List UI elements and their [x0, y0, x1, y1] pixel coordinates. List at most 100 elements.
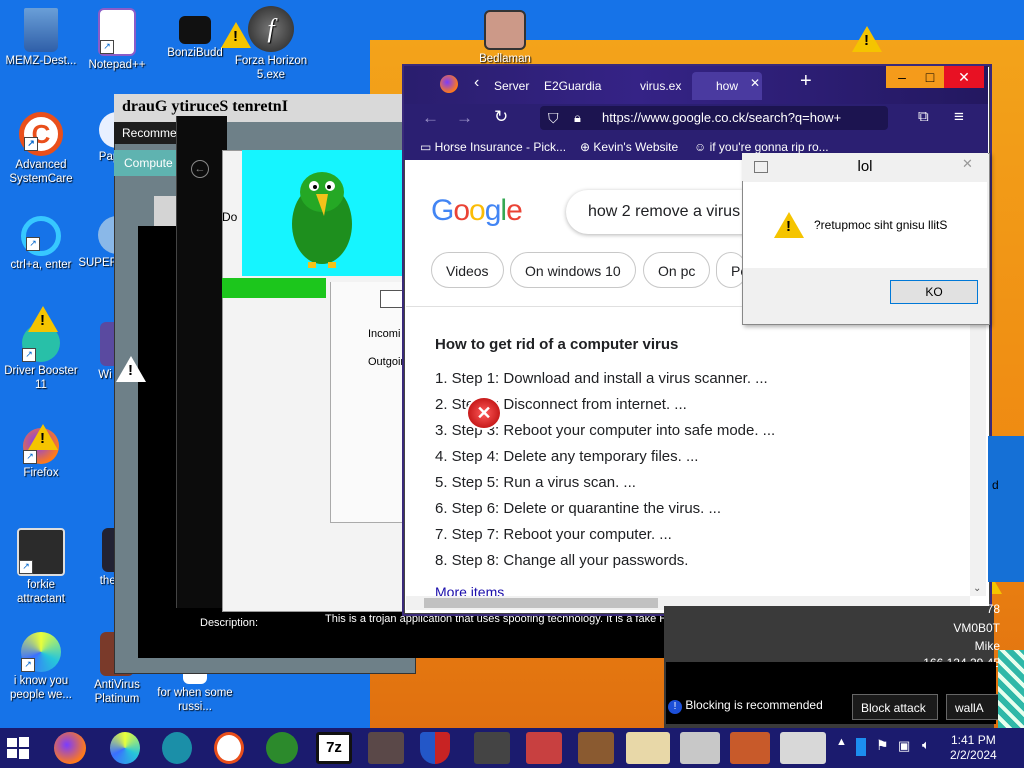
taskbar-calculator-icon[interactable]: [626, 732, 670, 764]
bookmark-rip[interactable]: ☺ if you're gonna rip ro...: [694, 140, 829, 154]
desktop-icon-label: ctrl+a, enter: [10, 259, 72, 271]
flash-icon: f: [248, 6, 294, 52]
lol-dialog-title: lol: [742, 153, 988, 181]
desktop-icon-memz[interactable]: MEMZ-Dest...: [2, 8, 80, 68]
tab-virus-exe[interactable]: virus.ex: [618, 72, 688, 100]
desktop-icon-label: MEMZ-Dest...: [5, 55, 77, 67]
wall-button[interactable]: wallA: [946, 694, 1000, 720]
taskbar-app-icon[interactable]: [680, 732, 720, 764]
url-text: https://www.google.co.ck/search?q=how+: [602, 110, 842, 125]
maximize-icon[interactable]: □: [914, 66, 946, 88]
desktop-icon-forkie[interactable]: ↗ forkie attractant: [2, 528, 80, 606]
desktop-icon-label: Notepad++: [88, 59, 146, 71]
chip-on-windows-10[interactable]: On windows 10: [510, 252, 636, 288]
warning-icon: [221, 22, 251, 48]
desktop-icon-i-know-you[interactable]: ↗ i know you people we...: [2, 632, 80, 702]
horizontal-scroll-thumb[interactable]: [424, 598, 658, 608]
desktop-icon-label: BonziBudd: [167, 47, 223, 59]
taskbar-app-icon[interactable]: [578, 732, 614, 764]
tray-flag-icon[interactable]: ⚑: [876, 737, 889, 754]
progress-strip: [222, 278, 326, 298]
shield-icon[interactable]: ⛉: [548, 106, 559, 130]
taskbar-7zip-icon[interactable]: 7z: [316, 732, 352, 764]
back-arrow-icon[interactable]: ←: [191, 160, 209, 178]
flag-icon: [179, 16, 211, 44]
tray-chevron-up-icon[interactable]: ▲: [836, 736, 847, 748]
desktop-icon-advanced-systemcare[interactable]: C ↗ Advanced SystemCare: [2, 112, 80, 186]
firefox-icon[interactable]: [440, 75, 458, 93]
taskbar-systemcare-icon[interactable]: [214, 732, 244, 764]
scroll-down-icon[interactable]: ⌄: [973, 583, 981, 594]
panel-info-line: Mike: [974, 639, 1000, 653]
notepad-plus-icon: ↗: [98, 8, 136, 56]
panel-info-line: VM0B0T: [953, 621, 1000, 635]
forward-arrow-icon[interactable]: →: [456, 108, 473, 128]
cortana-ring-icon: ↗: [21, 216, 61, 256]
new-tab-icon[interactable]: +: [800, 70, 812, 93]
result-step: 4. Step 4: Delete any temporary files. .…: [435, 448, 699, 465]
tray-time: 1:41 PM: [951, 733, 996, 747]
tray-app-icon[interactable]: [856, 738, 866, 756]
chip-videos[interactable]: Videos: [431, 252, 504, 288]
taskbar-app-icon[interactable]: [730, 732, 770, 764]
warning-icon: [116, 356, 146, 382]
close-dialog-icon[interactable]: ✕: [962, 156, 973, 172]
chip-on-pc[interactable]: On pc: [643, 252, 711, 288]
windows-start-icon[interactable]: [6, 736, 30, 760]
taskbar-bonzi-icon[interactable]: [266, 732, 298, 764]
taskbar-app-icon[interactable]: [368, 732, 404, 764]
do-label: Do: [222, 210, 238, 224]
reload-icon[interactable]: ↻: [494, 107, 508, 127]
desktop-icon-notepad[interactable]: ↗ Notepad++: [78, 8, 156, 72]
result-title: How to get rid of a computer virus: [435, 336, 679, 353]
ok-button[interactable]: KO: [890, 280, 978, 304]
gear-settings-icon: ↗: [17, 528, 65, 576]
description-label: Description:: [200, 617, 259, 629]
close-tab-icon[interactable]: ✕: [750, 76, 760, 90]
bookmark-horse-insurance[interactable]: ▭ Horse Insurance - Pick...: [420, 140, 566, 154]
taskbar-shield-icon[interactable]: [420, 732, 450, 764]
warning-icon: [28, 424, 58, 450]
taskbar-app-icon[interactable]: [474, 732, 510, 764]
desktop-icon-label: Driver Booster 11: [4, 365, 78, 391]
desktop-icon-bedlaman[interactable]: Bedlaman: [466, 10, 544, 66]
block-attack-button[interactable]: Block attack: [852, 694, 938, 720]
tab-server[interactable]: Server: [488, 72, 540, 100]
desktop-icon-label: Firefox: [23, 467, 59, 479]
taskbar-firefox-icon[interactable]: [54, 732, 86, 764]
menu-hamburger-icon[interactable]: ≡: [954, 107, 964, 127]
google-search-input[interactable]: how 2 remove a virus: [566, 190, 766, 234]
tray-network-icon[interactable]: ▣: [898, 738, 910, 754]
description-text: This is a trojan application that uses s…: [325, 613, 720, 625]
blue-panel-edge: [988, 436, 1024, 582]
warning-icon: [852, 26, 882, 52]
vertical-scrollbar[interactable]: ⌄: [970, 306, 986, 596]
back-arrow-icon[interactable]: ←: [422, 108, 439, 128]
taskbar: [0, 728, 1024, 768]
google-logo[interactable]: Google: [431, 194, 523, 228]
extensions-icon[interactable]: ⧉: [918, 108, 929, 125]
panel-partial-text: d: [992, 478, 999, 492]
close-window-icon[interactable]: ✕: [944, 66, 984, 88]
taskbar-driver-booster-icon[interactable]: [162, 732, 192, 764]
tray-volume-muted-icon[interactable]: 🔈︎: [922, 737, 930, 753]
tab-scroll-left-icon[interactable]: ‹: [474, 74, 479, 92]
tab-e2guardian[interactable]: E2Guardia: [538, 72, 614, 100]
chrome-like-icon: ↗: [21, 632, 61, 672]
taskbar-chrome-icon[interactable]: [110, 732, 140, 764]
tray-date: 2/2/2024: [950, 748, 997, 762]
app-icon: [484, 10, 526, 50]
result-step: 5. Step 5: Run a virus scan. ...: [435, 474, 636, 491]
bookmark-kevins-website[interactable]: ⊕ Kevin's Website: [580, 140, 678, 154]
outgoing-label: Outgoin: [368, 356, 407, 368]
desktop-icon-cortana[interactable]: ↗ ctrl+a, enter: [2, 216, 80, 272]
lock-icon[interactable]: 🔒︎: [574, 106, 581, 130]
desktop-icon-label: Bedlaman: [479, 53, 531, 65]
desktop-icon-label: i know you people we...: [9, 675, 72, 701]
dark-side-panel: ←: [176, 116, 227, 608]
url-bar[interactable]: ⛉ 🔒︎ https://www.google.co.ck/search?q=h…: [540, 106, 888, 130]
desktop-icon-label: Advanced SystemCare: [9, 159, 73, 185]
tray-clock[interactable]: 1:41 PM 2/2/2024: [950, 733, 997, 763]
taskbar-cmd-icon[interactable]: [780, 732, 826, 764]
taskbar-app-icon[interactable]: [526, 732, 562, 764]
